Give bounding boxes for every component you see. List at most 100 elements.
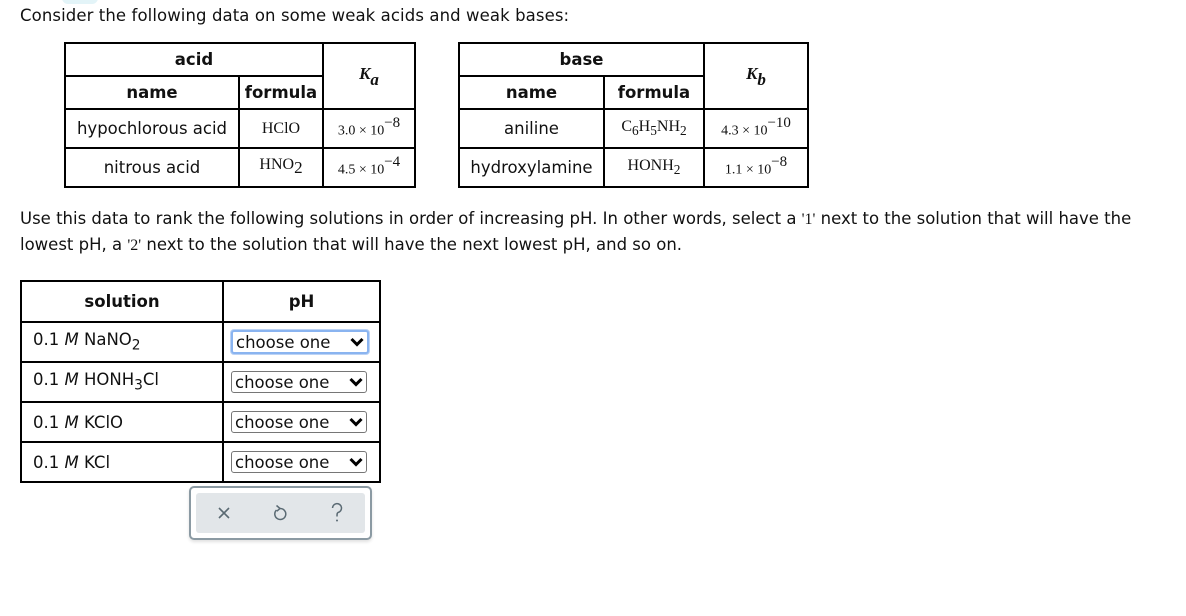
- formula-subscript: 5: [650, 123, 657, 139]
- ph-header: pH: [222, 280, 381, 323]
- solution-label: 0.1 M KClO: [20, 401, 224, 443]
- formula-part: C: [621, 117, 632, 135]
- acid-row: hypochlorous acid HClO 3.0 × 10−8: [64, 108, 416, 149]
- rank-two-label: '2': [127, 237, 142, 254]
- acid-formula: HNO2: [238, 147, 324, 188]
- chevron-down-icon: [349, 377, 363, 387]
- acid-formula-subscript: 2: [294, 158, 303, 178]
- acid-group-header: acid: [64, 42, 324, 77]
- molarity-unit: M: [64, 412, 79, 432]
- solution-row: 0.1 M HONH3Cl choose one: [20, 361, 381, 403]
- compound-subscript: 3: [134, 377, 143, 394]
- ka-value: 4.5 × 10−4: [322, 147, 416, 188]
- acid-formula: HClO: [238, 108, 324, 149]
- concentration: 0.1: [33, 412, 60, 432]
- ka-exponent: −4: [384, 154, 401, 171]
- kb-symbol: K: [746, 63, 758, 83]
- solution-label: 0.1 M NaNO2: [20, 321, 224, 363]
- ph-rank-select[interactable]: choose one: [231, 411, 367, 433]
- select-value: choose one: [235, 372, 330, 392]
- ka-header: Ka: [322, 42, 416, 110]
- ka-symbol: K: [359, 63, 371, 83]
- compound-subscript: 2: [131, 337, 141, 354]
- kb-value: 1.1 × 10−8: [703, 147, 809, 188]
- base-row: aniline C6H5NH2 4.3 × 10−10: [458, 108, 809, 149]
- formula-subscript: 2: [680, 123, 687, 139]
- acid-table: acid Ka name formula hypochlorous acid H…: [64, 42, 416, 188]
- toolbar-inner: [196, 493, 365, 533]
- formula-part: NH: [656, 117, 680, 135]
- help-icon: [331, 502, 343, 522]
- acid-formula-text: HClO: [261, 119, 301, 137]
- ka-exponent: −8: [384, 115, 401, 132]
- ph-cell: choose one: [222, 401, 381, 443]
- compound: KCl: [84, 452, 111, 472]
- kb-exponent: −10: [767, 115, 791, 132]
- compound: KClO: [84, 412, 124, 432]
- select-value: choose one: [235, 412, 330, 432]
- ka-mantissa: 3.0 × 10: [337, 123, 385, 139]
- kb-mantissa: 4.3 × 10: [721, 123, 768, 139]
- compound: NaNO: [84, 330, 132, 350]
- solution-ranking-table: solution pH 0.1 M NaNO2 choose one 0.1 M…: [20, 280, 381, 483]
- formula-subscript: 6: [631, 123, 639, 139]
- base-row: hydroxylamine HONH2 1.1 × 10−8: [458, 147, 809, 188]
- select-value: choose one: [235, 452, 330, 472]
- concentration: 0.1: [33, 370, 60, 390]
- select-value: choose one: [236, 332, 331, 352]
- chevron-down-icon: [349, 417, 363, 427]
- intro-text: Consider the following data on some weak…: [20, 6, 570, 25]
- ph-rank-select[interactable]: choose one: [231, 371, 367, 393]
- formula-part: HONH: [627, 156, 674, 174]
- solution-header: solution: [20, 280, 224, 323]
- acid-name: nitrous acid: [64, 147, 240, 188]
- base-group-header: base: [458, 42, 705, 77]
- molarity-unit: M: [64, 452, 79, 472]
- help-button[interactable]: [322, 498, 352, 528]
- clear-button[interactable]: [209, 498, 239, 528]
- ph-cell: choose one: [222, 361, 381, 403]
- kb-subscript: b: [757, 70, 766, 90]
- rank-one-label: '1': [801, 211, 816, 228]
- acid-row: nitrous acid HNO2 4.5 × 10−4: [64, 147, 416, 188]
- base-formula: C6H5NH2: [603, 108, 705, 149]
- acid-name-header: name: [64, 75, 240, 110]
- close-icon: [218, 507, 230, 519]
- base-table: base Kb name formula aniline C6H5NH2 4.3…: [458, 42, 809, 188]
- prompt-part: next to the solution that will have the …: [141, 235, 683, 254]
- base-formula: HONH2: [603, 147, 705, 188]
- compound-tail: Cl: [142, 370, 160, 390]
- concentration: 0.1: [33, 452, 60, 472]
- top-tab-indicator: [62, 0, 98, 4]
- chevron-down-icon: [350, 337, 364, 347]
- solution-row: 0.1 M KCl choose one: [20, 441, 381, 483]
- molarity-unit: M: [64, 330, 79, 350]
- answer-toolbar: [189, 486, 372, 540]
- formula-subscript: 2: [673, 162, 681, 178]
- ph-rank-select[interactable]: choose one: [231, 330, 369, 354]
- ka-mantissa: 4.5 × 10: [337, 162, 385, 178]
- prompt-part: Use this data to rank the following solu…: [20, 209, 802, 228]
- solution-row: 0.1 M KClO choose one: [20, 401, 381, 443]
- base-formula-header: formula: [603, 75, 705, 110]
- ph-cell: choose one: [222, 441, 381, 483]
- compound: HONH: [84, 370, 135, 390]
- solution-label: 0.1 M HONH3Cl: [20, 361, 224, 403]
- undo-icon: [274, 504, 287, 521]
- kb-value: 4.3 × 10−10: [703, 108, 809, 149]
- solution-label: 0.1 M KCl: [20, 441, 224, 483]
- chevron-down-icon: [349, 457, 363, 467]
- kb-header: Kb: [703, 42, 809, 110]
- solution-row: 0.1 M NaNO2 choose one: [20, 321, 381, 363]
- ph-rank-select[interactable]: choose one: [231, 451, 367, 473]
- base-name-header: name: [458, 75, 605, 110]
- kb-exponent: −8: [771, 154, 788, 171]
- kb-mantissa: 1.1 × 10: [724, 162, 772, 178]
- formula-part: H: [638, 117, 651, 135]
- acid-name: hypochlorous acid: [64, 108, 240, 149]
- base-name: aniline: [458, 108, 605, 149]
- acid-formula-text: HNO: [259, 156, 295, 174]
- acid-formula-header: formula: [238, 75, 324, 110]
- undo-button[interactable]: [265, 498, 295, 528]
- ka-value: 3.0 × 10−8: [322, 108, 416, 149]
